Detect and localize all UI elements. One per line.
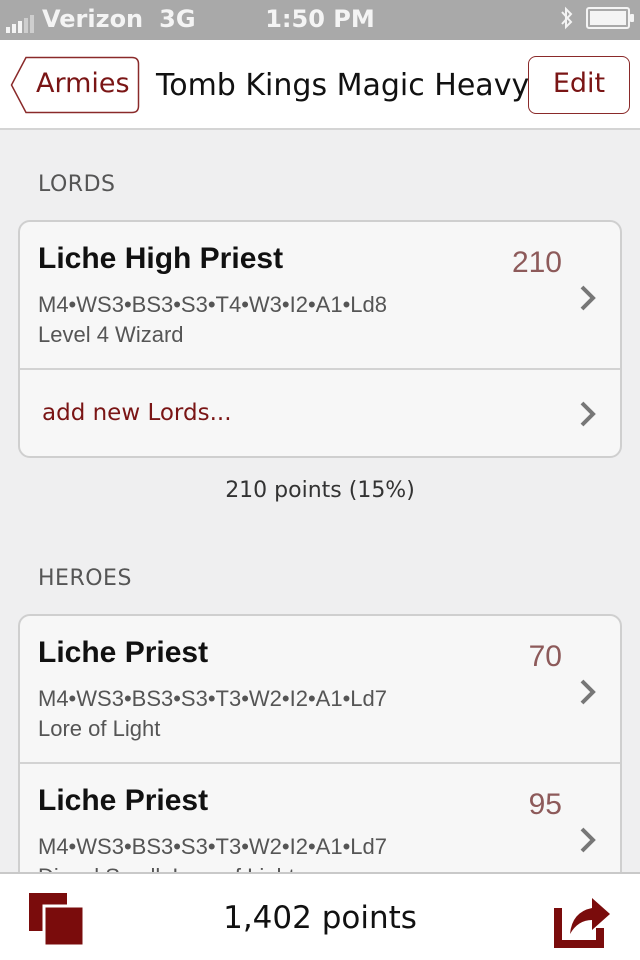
lords-points-total: 210 points (15%) (225, 478, 415, 503)
unit-name: Liche Priest (38, 784, 209, 817)
unit-stats: M4•WS3•BS3•S3•T4•W3•I2•A1•Ld8 (38, 292, 387, 317)
unit-stats: M4•WS3•BS3•S3•T3•W2•I2•A1•Ld7 (38, 834, 387, 859)
page-title: Tomb Kings Magic Heavy (156, 68, 530, 103)
battery-icon (586, 7, 634, 29)
unit-name: Liche High Priest (38, 242, 284, 275)
unit-name: Liche Priest (38, 636, 209, 669)
unit-row[interactable]: Liche Priest 70 M4•WS3•BS3•S3•T3•W2•I2•A… (20, 616, 620, 764)
unit-points: 70 (528, 640, 562, 673)
add-lords-row[interactable]: add new Lords... (20, 370, 620, 456)
army-total-points: 1,402 points (223, 900, 417, 936)
add-lords-label: add new Lords... (42, 400, 232, 426)
armies-back-button[interactable]: Armies (10, 56, 140, 114)
status-right (560, 6, 634, 30)
edit-button[interactable]: Edit (528, 56, 630, 114)
unit-stats: M4•WS3•BS3•S3•T3•W2•I2•A1•Ld7 (38, 686, 387, 711)
status-bar: Verizon 3G 1:50 PM (0, 0, 640, 40)
chevron-right-icon (580, 401, 596, 427)
chevron-right-icon (580, 679, 596, 705)
chevron-right-icon (580, 827, 596, 853)
bottom-toolbar: 1,402 points (0, 872, 640, 960)
bluetooth-icon (561, 6, 573, 30)
unit-points: 95 (528, 788, 562, 821)
unit-note: Lore of Light (38, 716, 161, 741)
heroes-group: Liche Priest 70 M4•WS3•BS3•S3•T3•W2•I2•A… (18, 614, 622, 914)
section-header-heroes: HEROES (38, 566, 132, 591)
lords-group: Liche High Priest 210 M4•WS3•BS3•S3•T4•W… (18, 220, 622, 458)
section-header-lords: LORDS (38, 172, 116, 197)
status-time: 1:50 PM (265, 5, 375, 33)
back-button-label: Armies (36, 68, 130, 99)
unit-note: Level 4 Wizard (38, 322, 184, 347)
navigation-bar: Armies Tomb Kings Magic Heavy Edit (0, 40, 640, 130)
chevron-right-icon (580, 285, 596, 311)
unit-points: 210 (511, 246, 562, 279)
unit-row[interactable]: Liche High Priest 210 M4•WS3•BS3•S3•T4•W… (20, 222, 620, 370)
share-icon[interactable] (552, 888, 614, 950)
